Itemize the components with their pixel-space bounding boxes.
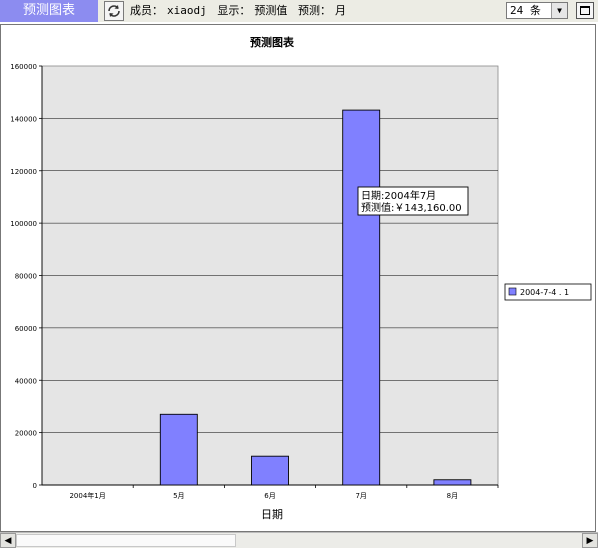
y-tick-label: 20000 <box>15 430 37 438</box>
x-tick-label: 6月 <box>264 492 275 500</box>
x-tick-label: 7月 <box>355 492 366 500</box>
bar <box>159 413 198 486</box>
y-tick-label: 120000 <box>10 168 37 176</box>
chart-panel: 预测图表 0 20000 40000 60000 80000 100000 120000 140… <box>0 24 596 532</box>
legend-label: 2004-7-4 . 1 <box>520 288 569 297</box>
count-select-value: 24 条 <box>510 4 541 17</box>
arrow-right-icon: ▶ <box>586 535 594 546</box>
y-tick-label: 60000 <box>15 325 37 333</box>
forecast-label: 预测： <box>298 4 331 17</box>
count-select[interactable]: 24 条 ▼ <box>506 2 568 19</box>
member-value: xiaodj <box>167 4 207 17</box>
chart: 预测图表 0 20000 40000 60000 80000 100000 120000 140… <box>10 35 592 521</box>
horizontal-scrollbar[interactable]: ◀ ▶ <box>0 532 598 548</box>
x-tick-label: 2004年1月 <box>69 491 105 500</box>
tooltip-value: 预测值:￥143,160.00 <box>361 201 462 214</box>
chart-title: 预测图表 <box>250 35 295 49</box>
display-label: 显示： <box>217 4 251 17</box>
app-title: 预测图表 <box>0 0 98 22</box>
bar <box>342 109 381 486</box>
chevron-down-icon[interactable]: ▼ <box>551 3 567 18</box>
scroll-left-button[interactable]: ◀ <box>0 533 16 548</box>
display-value: 预测值 <box>254 4 288 17</box>
filter-info: 成员： xiaodj 显示： 预测值 预测： 月 <box>130 0 350 22</box>
bar <box>251 455 289 486</box>
scroll-thumb[interactable] <box>16 534 236 547</box>
x-axis-label: 日期 <box>261 508 283 521</box>
tooltip-date: 日期:2004年7月 <box>361 189 436 202</box>
maximize-button[interactable] <box>576 2 594 19</box>
bar <box>433 479 472 486</box>
arrow-left-icon: ◀ <box>4 535 12 546</box>
scroll-right-button[interactable]: ▶ <box>582 533 598 548</box>
refresh-icon <box>108 5 120 17</box>
legend-swatch <box>508 287 517 296</box>
y-tick-label: 140000 <box>10 115 37 123</box>
x-tick-label: 8月 <box>447 492 458 500</box>
y-tick-label: 0 <box>33 482 37 490</box>
x-tick-label: 5月 <box>173 492 184 500</box>
y-tick-label: 160000 <box>10 63 37 71</box>
toolbar: 预测图表 成员： xiaodj 显示： 预测值 预测： 月 24 条 ▼ <box>0 0 598 22</box>
refresh-button[interactable] <box>104 1 124 21</box>
forecast-value: 月 <box>335 4 346 17</box>
y-tick-label: 40000 <box>15 377 37 385</box>
y-tick-label: 80000 <box>15 273 37 281</box>
member-label: 成员： <box>130 4 163 17</box>
y-tick-label: 100000 <box>10 220 37 228</box>
